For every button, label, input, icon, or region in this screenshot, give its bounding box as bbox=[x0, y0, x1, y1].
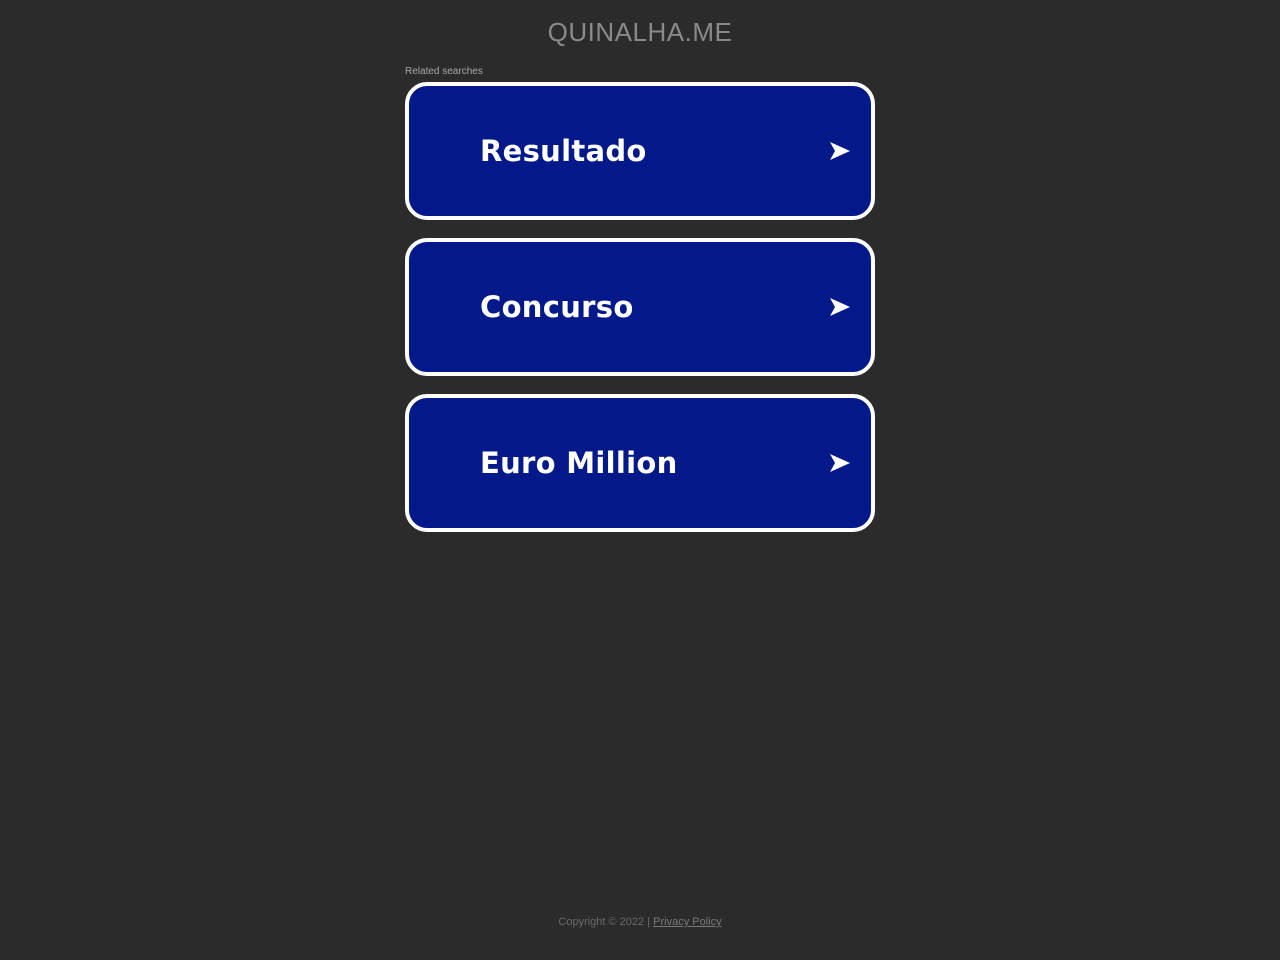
copyright-text: Copyright © 2022 | bbox=[558, 916, 654, 928]
search-link-label: Resultado bbox=[480, 134, 647, 168]
parked-domain-page: QUINALHA.ME Related searches Resultado C… bbox=[0, 0, 1280, 960]
search-link-label: Euro Million bbox=[480, 446, 678, 480]
domain-title: QUINALHA.ME bbox=[547, 17, 733, 47]
search-link-resultado[interactable]: Resultado bbox=[405, 82, 875, 220]
arrow-right-icon bbox=[830, 298, 850, 316]
related-searches-label: Related searches bbox=[405, 66, 483, 77]
search-link-euro-million[interactable]: Euro Million bbox=[405, 394, 875, 532]
search-link-concurso[interactable]: Concurso bbox=[405, 238, 875, 376]
related-searches: Related searches Resultado Concurso Euro… bbox=[405, 66, 875, 550]
privacy-policy-link[interactable]: Privacy Policy bbox=[653, 916, 721, 928]
footer: Copyright © 2022 | Privacy Policy bbox=[0, 915, 1280, 929]
arrow-right-icon bbox=[830, 142, 850, 160]
search-link-label: Concurso bbox=[480, 290, 634, 324]
arrow-right-icon bbox=[830, 454, 850, 472]
